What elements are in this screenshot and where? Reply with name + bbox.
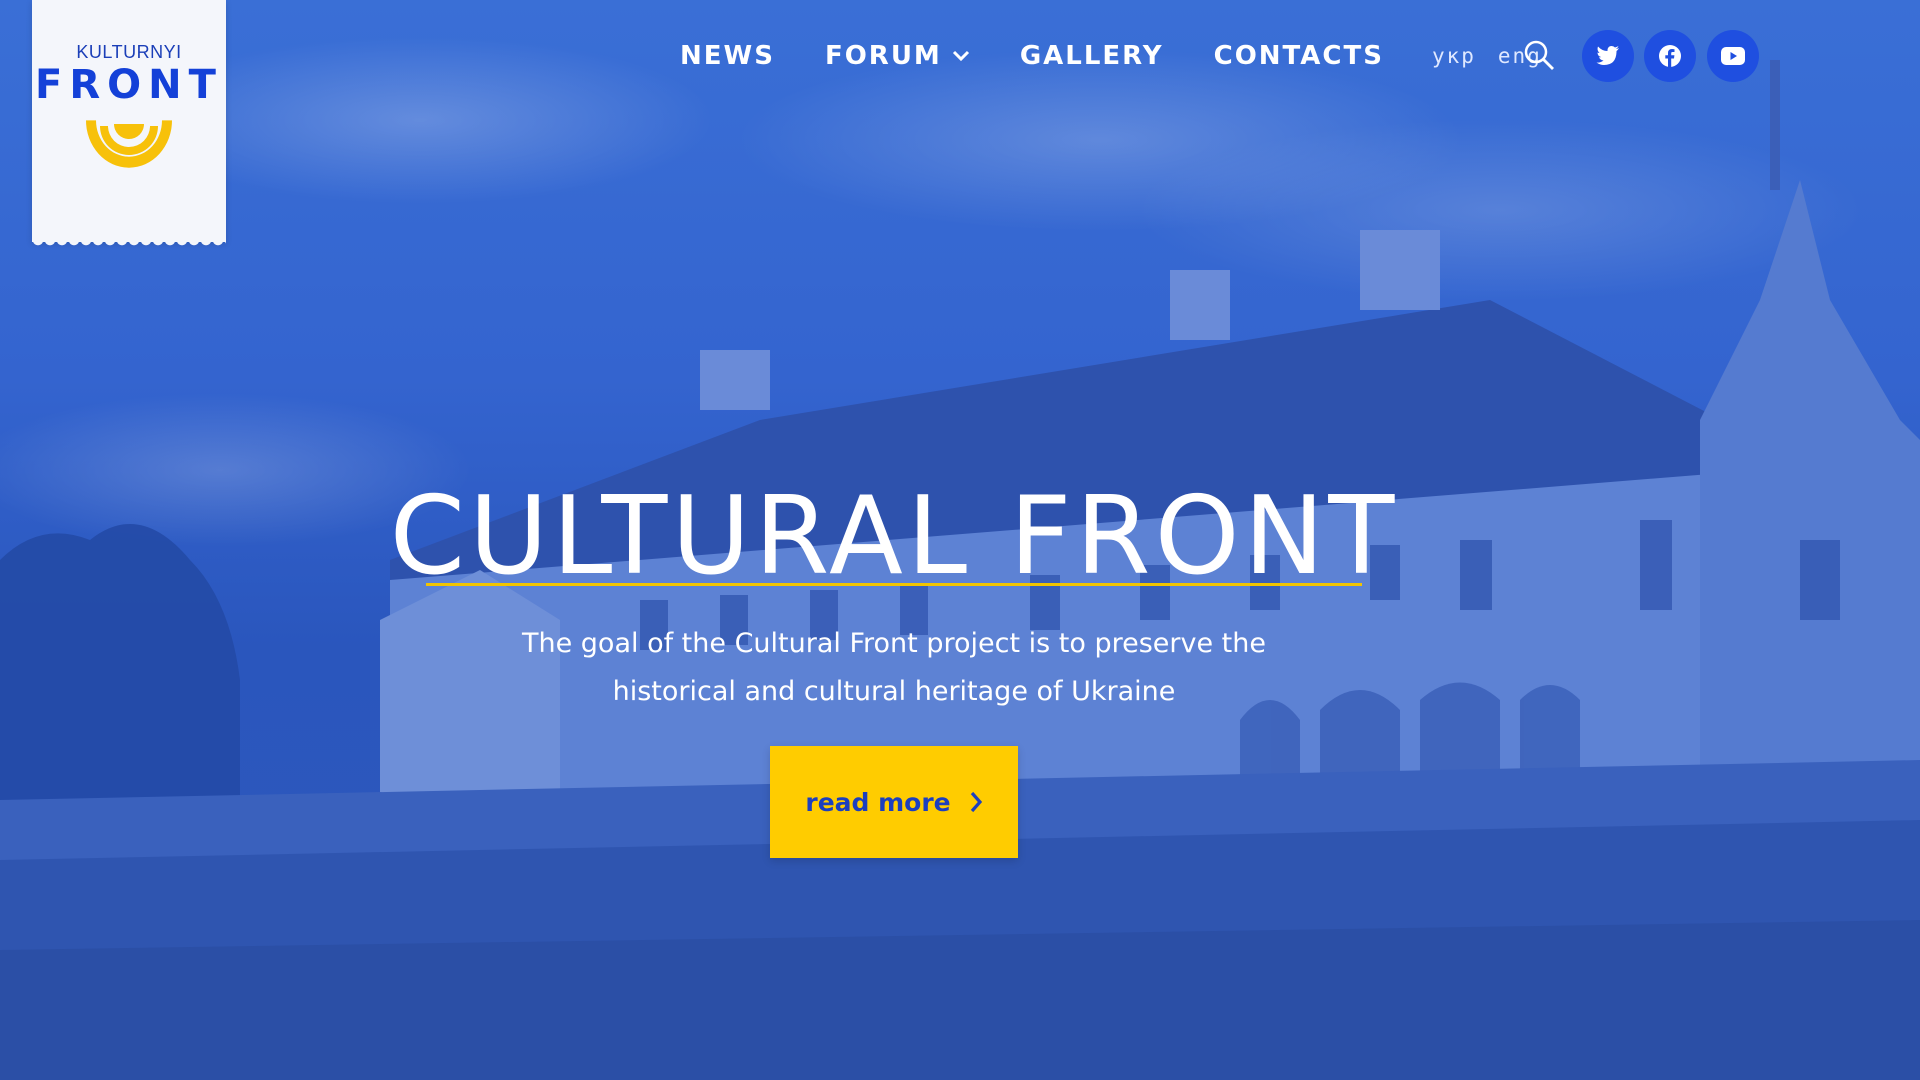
facebook-icon: [1659, 45, 1681, 67]
logo-top-text: KULTURNYI: [76, 42, 182, 62]
youtube-icon: [1721, 47, 1745, 65]
nav-item-news[interactable]: NEWS: [680, 41, 775, 71]
sun-logo-icon: [86, 120, 172, 168]
nav-item-forum[interactable]: FORUM: [825, 41, 970, 71]
hero-subtitle: The goal of the Cultural Front project i…: [470, 620, 1318, 716]
logo-main-text: FRONT: [35, 62, 223, 108]
search-icon: [1524, 40, 1554, 70]
twitter-icon: [1596, 46, 1619, 65]
facebook-button[interactable]: [1644, 30, 1696, 82]
twitter-button[interactable]: [1582, 30, 1634, 82]
read-more-label: read more: [805, 787, 951, 817]
hero-divider: [426, 583, 1362, 586]
search-button[interactable]: [1522, 38, 1556, 72]
hero-subtitle-line-2: historical and cultural heritage of Ukra…: [612, 676, 1176, 707]
site-logo[interactable]: KULTURNYI FRONT: [32, 0, 226, 250]
language-ukr[interactable]: укр: [1432, 44, 1476, 68]
hero-subtitle-line-1: The goal of the Cultural Front project i…: [521, 628, 1266, 659]
main-navigation: NEWS FORUM GALLERY CONTACTS укр eng: [680, 36, 1564, 76]
nav-item-contacts[interactable]: CONTACTS: [1214, 41, 1384, 71]
youtube-button[interactable]: [1707, 30, 1759, 82]
page: KULTURNYI FRONT NEWS FORUM GALLERY CONTA…: [0, 0, 1920, 1080]
nav-item-gallery[interactable]: GALLERY: [1020, 41, 1164, 71]
nav-item-forum-label: FORUM: [824, 41, 942, 71]
chevron-right-icon: [970, 791, 982, 813]
chevron-down-icon: [952, 50, 969, 62]
read-more-button[interactable]: read more: [770, 746, 1018, 858]
